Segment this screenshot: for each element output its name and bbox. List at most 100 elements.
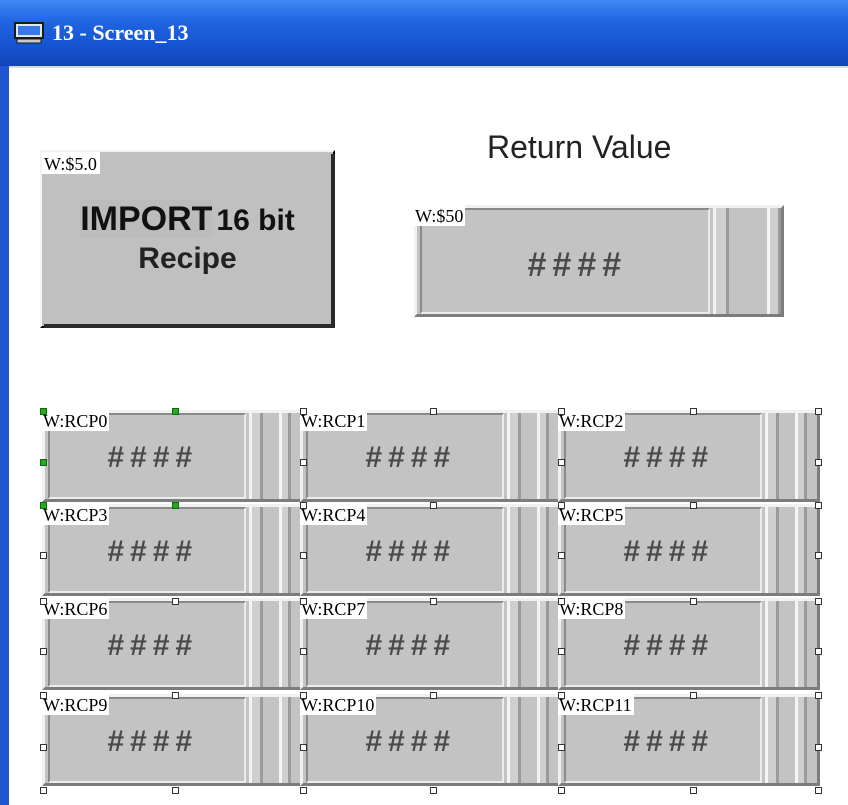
selection-handle-active[interactable] [40,459,47,466]
field-divider [249,697,263,783]
selection-handle[interactable] [815,598,822,605]
selection-handle[interactable] [558,787,565,794]
recipe-address-tag: W:RCP0 [42,410,110,431]
selection-handle[interactable] [300,552,307,559]
recipe-field-4[interactable]: #### W:RCP4 [300,504,562,596]
recipe-field-5[interactable]: #### W:RCP5 [558,504,820,596]
selection-handle[interactable] [558,598,565,605]
selection-handle[interactable] [558,692,565,699]
recipe-field-2[interactable]: #### W:RCP2 [558,410,820,502]
field-divider [249,601,263,687]
import-recipe-button[interactable]: W:$5.0 IMPORT 16 bit Recipe [40,150,335,328]
selection-handle[interactable] [40,648,47,655]
window-frame-top [9,66,848,68]
selection-handle-active[interactable] [172,502,179,509]
selection-handle[interactable] [558,408,565,415]
recipe-value-text: #### [365,441,456,474]
title-bar[interactable]: 13 - Screen_13 [0,0,848,66]
selection-handle[interactable] [40,692,47,699]
selection-handle[interactable] [815,552,822,559]
recipe-value-text: #### [623,629,714,662]
selection-handle[interactable] [558,502,565,509]
selection-handle[interactable] [815,502,822,509]
recipe-field-10[interactable]: #### W:RCP10 [300,694,562,786]
recipe-field-1[interactable]: #### W:RCP1 [300,410,562,502]
import-button-address-tag: W:$5.0 [42,152,100,174]
selection-handle[interactable] [300,598,307,605]
selection-handle[interactable] [300,408,307,415]
recipe-value-text: #### [623,535,714,568]
selection-handle[interactable] [690,408,697,415]
import-button-word-import: IMPORT [80,200,213,238]
selection-handle[interactable] [690,502,697,509]
selection-handle[interactable] [558,459,565,466]
recipe-field-6[interactable]: #### W:RCP6 [42,598,304,690]
selection-handle[interactable] [40,744,47,751]
selection-handle[interactable] [40,598,47,605]
selection-handle[interactable] [40,552,47,559]
recipe-field-0[interactable]: #### W:RCP0 [42,410,304,502]
recipe-address-tag: W:RCP4 [300,504,368,525]
selection-handle[interactable] [300,744,307,751]
selection-handle[interactable] [690,787,697,794]
selection-handle[interactable] [300,692,307,699]
recipe-address-tag: W:RCP3 [42,504,110,525]
recipe-field-9[interactable]: #### W:RCP9 [42,694,304,786]
selection-handle[interactable] [300,787,307,794]
recipe-address-tag: W:RCP5 [558,504,626,525]
button-shadow [44,154,335,328]
selection-handle-active[interactable] [172,408,179,415]
recipe-field-11[interactable]: #### W:RCP11 [558,694,820,786]
recipe-address-tag: W:RCP2 [558,410,626,431]
selection-handle[interactable] [690,692,697,699]
selection-handle[interactable] [430,408,437,415]
recipe-address-tag: W:RCP8 [558,598,626,619]
recipe-address-tag: W:RCP10 [300,694,377,715]
recipe-field-7[interactable]: #### W:RCP7 [300,598,562,690]
return-value-label: Return Value [487,129,672,165]
selection-handle[interactable] [172,787,179,794]
recipe-value-text: #### [623,725,714,758]
selection-handle[interactable] [815,648,822,655]
field-divider [765,601,779,687]
selection-handle[interactable] [690,598,697,605]
selection-handle[interactable] [300,648,307,655]
field-divider-right [537,413,549,499]
selection-handle-active[interactable] [40,408,47,415]
selection-handle[interactable] [815,459,822,466]
return-value-text: #### [527,246,627,284]
selection-handle[interactable] [815,787,822,794]
selection-handle[interactable] [430,692,437,699]
recipe-address-tag: W:RCP1 [300,410,368,431]
recipe-field-3[interactable]: #### W:RCP3 [42,504,304,596]
return-value-display[interactable]: #### W:$50 [414,205,784,317]
field-divider-right [795,601,807,687]
field-divider-right [537,601,549,687]
field-divider-right [537,507,549,593]
selection-handle[interactable] [815,744,822,751]
selection-handle[interactable] [430,598,437,605]
selection-handle[interactable] [300,459,307,466]
selection-handle[interactable] [172,692,179,699]
selection-handle[interactable] [558,552,565,559]
field-divider-right [537,697,549,783]
selection-handle[interactable] [430,502,437,509]
selection-handle[interactable] [40,787,47,794]
field-divider-right [279,601,291,687]
field-divider-right [279,507,291,593]
selection-handle[interactable] [430,787,437,794]
recipe-value-text: #### [365,725,456,758]
recipe-field-8[interactable]: #### W:RCP8 [558,598,820,690]
recipe-address-tag: W:RCP6 [42,598,110,619]
selection-handle-active[interactable] [40,502,47,509]
selection-handle[interactable] [815,408,822,415]
selection-handle[interactable] [172,598,179,605]
selection-handle[interactable] [558,648,565,655]
selection-handle[interactable] [558,744,565,751]
selection-handle[interactable] [300,502,307,509]
selection-handle[interactable] [815,692,822,699]
field-divider-right [279,413,291,499]
field-divider [507,601,521,687]
recipe-value-text: #### [623,441,714,474]
recipe-value-text: #### [107,535,198,568]
